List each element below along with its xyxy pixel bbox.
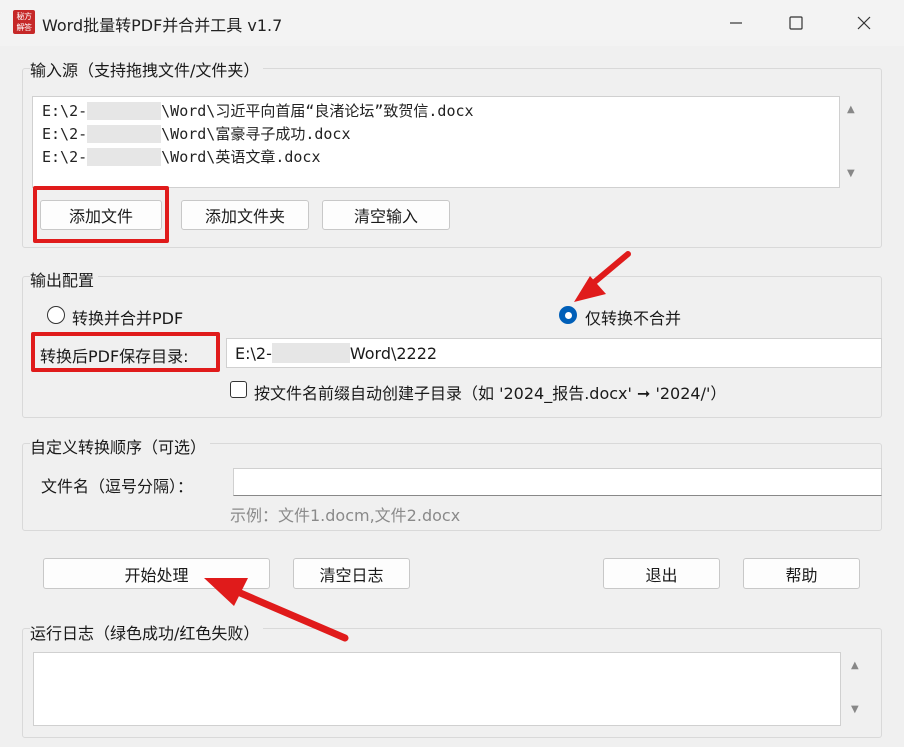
- annotation-arrow-icon: [204, 578, 349, 642]
- annotation-arrows: [204, 251, 631, 642]
- annotation-arrow-icon: [574, 251, 631, 302]
